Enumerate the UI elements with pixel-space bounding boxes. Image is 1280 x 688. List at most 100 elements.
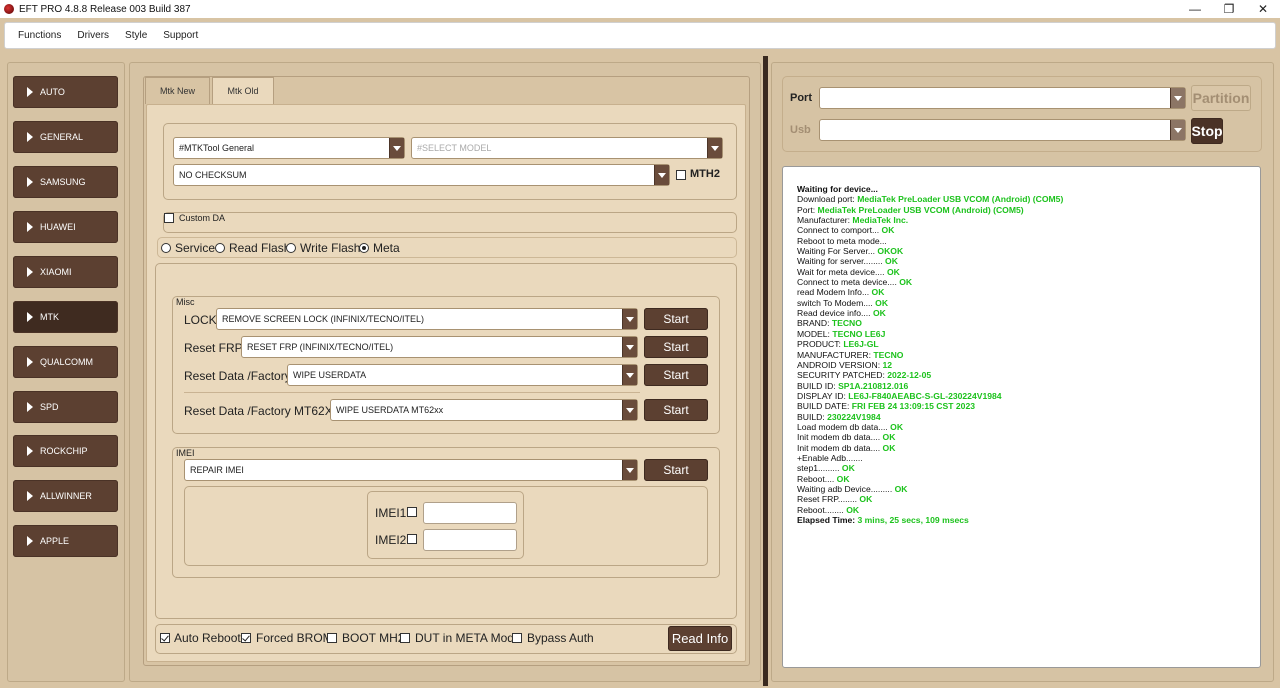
chevron-down-icon[interactable]: [654, 165, 669, 185]
reset-frp-label: Reset FRP: [184, 341, 243, 355]
mode-service-radio[interactable]: [161, 243, 171, 253]
read-info-button[interactable]: Read Info: [668, 626, 732, 651]
imei1-checkbox[interactable]: [407, 507, 417, 517]
sidebar-item-auto[interactable]: AUTO: [13, 76, 118, 108]
log-output[interactable]: Waiting for device... Download port: Medi…: [782, 166, 1261, 668]
log-text: Connect to meta device....: [797, 277, 900, 288]
close-icon[interactable]: ✕: [1246, 0, 1280, 18]
log-line: BUILD ID: SP1A.210812.016: [797, 381, 1260, 391]
chevron-down-icon[interactable]: [622, 309, 637, 329]
reset-data-mt62xx-start-button[interactable]: Start: [644, 399, 708, 421]
log-line: ANDROID VERSION: 12: [797, 360, 1260, 370]
sidebar-item-samsung[interactable]: SAMSUNG: [13, 166, 118, 198]
menu-functions[interactable]: Functions: [18, 30, 61, 41]
mode-read-flash-radio[interactable]: [215, 243, 225, 253]
log-status: OK: [846, 504, 860, 515]
usb-select[interactable]: [819, 119, 1186, 141]
custom-da-checkbox[interactable]: [164, 213, 174, 223]
log-text: Waiting for device...: [797, 184, 878, 194]
chevron-down-icon[interactable]: [622, 400, 637, 420]
log-status: OK: [872, 308, 886, 319]
tab-mtk-new[interactable]: Mtk New: [145, 77, 210, 104]
chevron-down-icon[interactable]: [1170, 88, 1185, 108]
chevron-down-icon[interactable]: [707, 138, 722, 158]
window-controls: — ❐ ✕: [1178, 0, 1280, 18]
log-text: SECURITY PATCHED:: [797, 370, 888, 381]
chevron-down-icon[interactable]: [622, 460, 637, 480]
stop-button[interactable]: Stop: [1191, 118, 1223, 144]
sidebar-item-general[interactable]: GENERAL: [13, 121, 118, 153]
custom-da-label: Custom DA: [179, 213, 226, 223]
sidebar-item-xiaomi[interactable]: XIAOMI: [13, 256, 118, 288]
reset-data-start-button[interactable]: Start: [644, 364, 708, 386]
sidebar-item-huawei[interactable]: HUAWEI: [13, 211, 118, 243]
menu-style[interactable]: Style: [125, 30, 147, 41]
checksum-select[interactable]: NO CHECKSUM: [173, 164, 670, 186]
log-status: LE6J-GL: [843, 339, 879, 350]
log-text: switch To Modem....: [797, 297, 876, 308]
menu-support[interactable]: Support: [163, 30, 198, 41]
auto-reboot-checkbox[interactable]: [160, 633, 170, 643]
log-text: BRAND:: [797, 318, 832, 329]
log-line: Connect to meta device.... OK: [797, 277, 1260, 287]
log-status: 12: [882, 359, 893, 370]
port-select[interactable]: [819, 87, 1186, 109]
imei-start-button[interactable]: Start: [644, 459, 708, 481]
chevron-down-icon[interactable]: [622, 337, 637, 357]
panel-splitter[interactable]: [763, 56, 768, 686]
window-title: EFT PRO 4.8.8 Release 003 Build 387: [19, 3, 191, 15]
misc-title: Misc: [176, 297, 195, 307]
log-line: Manufacturer: MediaTek Inc.: [797, 215, 1260, 225]
imei2-checkbox[interactable]: [407, 534, 417, 544]
sidebar-item-qualcomm[interactable]: QUALCOMM: [13, 346, 118, 378]
sidebar-item-rockchip[interactable]: ROCKCHIP: [13, 435, 118, 467]
bypass-auth-checkbox[interactable]: [512, 633, 522, 643]
log-line: Reboot.... OK: [797, 474, 1260, 484]
log-status: TECNO LE6J: [832, 328, 886, 339]
mth2-checkbox[interactable]: [676, 170, 686, 180]
menu-drivers[interactable]: Drivers: [77, 30, 109, 41]
log-line: Waiting adb Device......... OK: [797, 484, 1260, 494]
log-line: Reboot........ OK: [797, 505, 1260, 515]
partition-button[interactable]: Partition: [1191, 85, 1251, 111]
dut-meta-checkbox[interactable]: [400, 633, 410, 643]
forced-brom-checkbox[interactable]: [241, 633, 251, 643]
restore-icon[interactable]: ❐: [1212, 0, 1246, 18]
log-line: Reset FRP........ OK: [797, 494, 1260, 504]
sidebar-item-allwinner[interactable]: ALLWINNER: [13, 480, 118, 512]
play-icon: [27, 132, 33, 142]
sidebar-item-apple[interactable]: APPLE: [13, 525, 118, 557]
sidebar-item-spd[interactable]: SPD: [13, 391, 118, 423]
chevron-down-icon[interactable]: [389, 138, 404, 158]
boot-mh2-checkbox[interactable]: [327, 633, 337, 643]
reset-data-mt62xx-select[interactable]: WIPE USERDATA MT62xx: [330, 399, 638, 421]
log-text: Elapsed Time:: [797, 515, 858, 525]
custom-da-group: [163, 212, 737, 233]
mode-meta-radio[interactable]: [359, 243, 369, 253]
sidebar-item-mtk[interactable]: MTK: [13, 301, 118, 333]
port-label: Port: [790, 92, 812, 104]
log-text: ANDROID VERSION:: [797, 359, 883, 370]
tab-mtk-old[interactable]: Mtk Old: [212, 77, 274, 104]
model-select[interactable]: #SELECT MODEL: [411, 137, 723, 159]
boot-mh2-label: BOOT MH2: [342, 631, 405, 645]
log-text: Reboot........: [797, 504, 847, 515]
lock-start-button[interactable]: Start: [644, 308, 708, 330]
imei-title: IMEI: [176, 448, 195, 458]
log-text: Waiting adb Device.........: [797, 483, 895, 494]
reset-frp-start-button[interactable]: Start: [644, 336, 708, 358]
tool-select[interactable]: #MTKTool General: [173, 137, 405, 159]
reset-frp-select[interactable]: RESET FRP (INFINIX/TECNO/ITEL): [241, 336, 638, 358]
imei2-input[interactable]: [423, 529, 517, 551]
lock-select[interactable]: REMOVE SCREEN LOCK (INFINIX/TECNO/ITEL): [216, 308, 638, 330]
log-status: TECNO: [831, 318, 862, 329]
imei1-input[interactable]: [423, 502, 517, 524]
minimize-icon[interactable]: —: [1178, 0, 1212, 18]
chevron-down-icon[interactable]: [1170, 120, 1185, 140]
log-status: OK: [882, 432, 896, 443]
reset-data-select[interactable]: WIPE USERDATA: [287, 364, 638, 386]
imei-select[interactable]: REPAIR IMEI: [184, 459, 638, 481]
chevron-down-icon[interactable]: [622, 365, 637, 385]
log-status: 2022-12-05: [887, 370, 932, 381]
mode-write-flash-radio[interactable]: [286, 243, 296, 253]
